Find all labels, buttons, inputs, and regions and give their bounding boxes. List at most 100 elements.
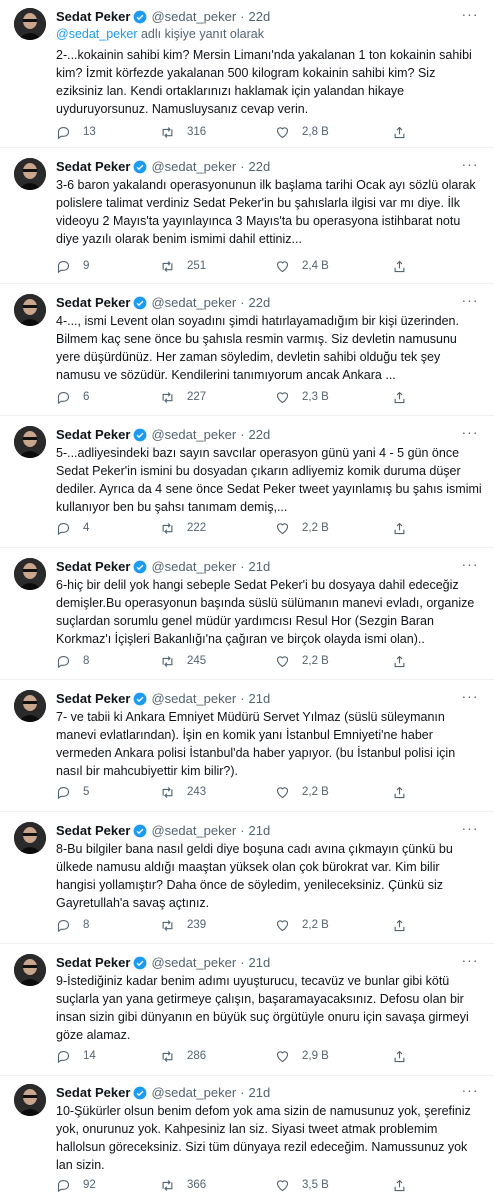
avatar[interactable] <box>14 158 46 190</box>
tweet[interactable]: Sedat Peker @sedat_peker · 22d ··· 4-...… <box>0 284 494 416</box>
share-button[interactable] <box>392 917 407 933</box>
tweet[interactable]: Sedat Peker @sedat_peker · 21d ··· 7- ve… <box>0 680 494 812</box>
verified-badge-icon <box>134 824 147 837</box>
retweet-button[interactable]: 222 <box>160 520 206 536</box>
retweet-icon <box>162 919 173 931</box>
share-button[interactable] <box>392 653 407 669</box>
reply-button[interactable]: 9 <box>56 258 89 274</box>
share-icon <box>394 391 405 403</box>
author-name[interactable]: Sedat Peker <box>56 9 130 24</box>
avatar[interactable] <box>14 294 46 326</box>
timestamp[interactable]: 22d <box>249 159 271 174</box>
reply-to-handle[interactable]: @sedat_peker <box>56 27 138 41</box>
author-handle[interactable]: @sedat_peker <box>151 823 236 838</box>
more-options-icon[interactable]: ··· <box>460 422 480 442</box>
like-button[interactable]: 2,2 B <box>275 653 329 669</box>
like-button[interactable]: 2,4 B <box>275 258 329 274</box>
author-handle[interactable]: @sedat_peker <box>151 691 236 706</box>
retweet-button[interactable]: 245 <box>160 653 206 669</box>
tweet[interactable]: Sedat Peker @sedat_peker · 22d ··· 3-6 b… <box>0 148 494 284</box>
reply-count: 9 <box>83 260 90 272</box>
tweet[interactable]: Sedat Peker @sedat_peker · 21d ··· 8-Bu … <box>0 812 494 944</box>
author-handle[interactable]: @sedat_peker <box>151 427 236 442</box>
tweet-actions: 5 243 2,2 B <box>56 784 456 800</box>
heart-icon <box>276 1179 289 1191</box>
timestamp[interactable]: 21d <box>249 559 271 574</box>
share-button[interactable] <box>392 1048 407 1064</box>
more-options-icon[interactable]: ··· <box>460 154 480 174</box>
avatar[interactable] <box>14 822 46 854</box>
like-button[interactable]: 2,2 B <box>275 917 329 933</box>
tweet[interactable]: Sedat Peker @sedat_peker · 22d ··· @seda… <box>0 0 494 148</box>
share-button[interactable] <box>392 520 407 536</box>
author-handle[interactable]: @sedat_peker <box>151 955 236 970</box>
share-button[interactable] <box>392 784 407 800</box>
share-button[interactable] <box>392 124 407 140</box>
more-options-icon[interactable]: ··· <box>460 1080 480 1100</box>
timestamp[interactable]: 22d <box>249 9 271 24</box>
retweet-button[interactable]: 243 <box>160 784 206 800</box>
retweet-button[interactable]: 239 <box>160 917 206 933</box>
author-name[interactable]: Sedat Peker <box>56 1085 130 1100</box>
avatar[interactable] <box>14 426 46 458</box>
more-options-icon[interactable]: ··· <box>460 818 480 838</box>
like-count: 2,2 B <box>302 655 329 667</box>
more-options-icon[interactable]: ··· <box>460 290 480 310</box>
more-options-icon[interactable]: ··· <box>460 554 480 574</box>
reply-button[interactable]: 5 <box>56 784 89 800</box>
reply-icon <box>57 126 70 139</box>
share-button[interactable] <box>392 389 407 405</box>
timestamp[interactable]: 22d <box>249 295 271 310</box>
retweet-button[interactable]: 227 <box>160 389 206 405</box>
like-button[interactable]: 2,2 B <box>275 784 329 800</box>
author-name[interactable]: Sedat Peker <box>56 823 130 838</box>
timestamp[interactable]: 21d <box>249 1085 271 1100</box>
tweet[interactable]: Sedat Peker @sedat_peker · 21d ··· 10-Şü… <box>0 1076 494 1200</box>
more-options-icon[interactable]: ··· <box>460 4 480 24</box>
timestamp[interactable]: 21d <box>249 823 271 838</box>
retweet-button[interactable]: 366 <box>160 1177 206 1193</box>
reply-icon <box>57 522 70 535</box>
author-handle[interactable]: @sedat_peker <box>151 9 236 24</box>
reply-button[interactable]: 4 <box>56 520 89 536</box>
avatar[interactable] <box>14 8 46 40</box>
share-button[interactable] <box>392 258 407 274</box>
like-button[interactable]: 2,2 B <box>275 520 329 536</box>
like-button[interactable]: 3,5 B <box>275 1177 329 1193</box>
author-name[interactable]: Sedat Peker <box>56 295 130 310</box>
author-name[interactable]: Sedat Peker <box>56 559 130 574</box>
author-handle[interactable]: @sedat_peker <box>151 159 236 174</box>
retweet-button[interactable]: 251 <box>160 258 206 274</box>
timestamp[interactable]: 22d <box>249 427 271 442</box>
timestamp[interactable]: 21d <box>249 955 271 970</box>
author-name[interactable]: Sedat Peker <box>56 427 130 442</box>
author-handle[interactable]: @sedat_peker <box>151 295 236 310</box>
like-button[interactable]: 2,9 B <box>275 1048 329 1064</box>
author-handle[interactable]: @sedat_peker <box>151 559 236 574</box>
retweet-button[interactable]: 316 <box>160 124 206 140</box>
reply-button[interactable]: 92 <box>56 1177 96 1193</box>
author-name[interactable]: Sedat Peker <box>56 159 130 174</box>
like-button[interactable]: 2,3 B <box>275 389 329 405</box>
reply-button[interactable]: 8 <box>56 917 89 933</box>
like-button[interactable]: 2,8 B <box>275 124 329 140</box>
timestamp[interactable]: 21d <box>249 691 271 706</box>
tweet[interactable]: Sedat Peker @sedat_peker · 21d ··· 9-İst… <box>0 944 494 1076</box>
reply-button[interactable]: 14 <box>56 1048 96 1064</box>
avatar[interactable] <box>14 954 46 986</box>
reply-button[interactable]: 8 <box>56 653 89 669</box>
reply-button[interactable]: 13 <box>56 124 96 140</box>
share-button[interactable] <box>392 1177 407 1193</box>
more-options-icon[interactable]: ··· <box>460 686 480 706</box>
tweet[interactable]: Sedat Peker @sedat_peker · 22d ··· 5-...… <box>0 416 494 548</box>
avatar[interactable] <box>14 690 46 722</box>
avatar[interactable] <box>14 558 46 590</box>
tweet[interactable]: Sedat Peker @sedat_peker · 21d ··· 6-hiç… <box>0 548 494 680</box>
retweet-button[interactable]: 286 <box>160 1048 206 1064</box>
reply-button[interactable]: 6 <box>56 389 89 405</box>
more-options-icon[interactable]: ··· <box>460 950 480 970</box>
author-handle[interactable]: @sedat_peker <box>151 1085 236 1100</box>
author-name[interactable]: Sedat Peker <box>56 955 130 970</box>
avatar[interactable] <box>14 1084 46 1116</box>
author-name[interactable]: Sedat Peker <box>56 691 130 706</box>
